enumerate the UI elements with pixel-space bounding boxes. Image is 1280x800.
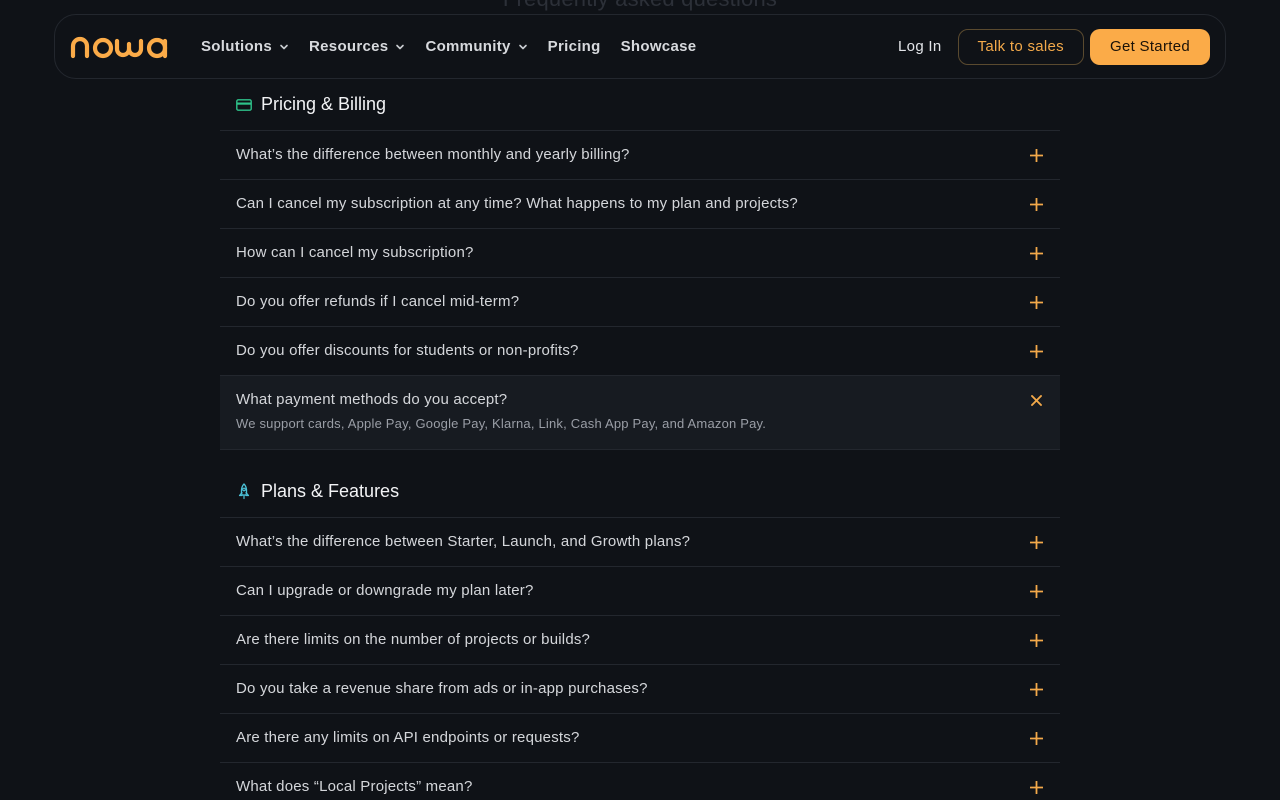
faq-item[interactable]: How can I cancel my subscription? xyxy=(220,229,1060,278)
faq-heading: Frequently asked questions xyxy=(0,0,1280,12)
section-title-label: Pricing & Billing xyxy=(261,94,387,114)
faq-item[interactable]: Can I upgrade or downgrade my plan later… xyxy=(220,567,1060,616)
chevron-down-icon xyxy=(395,42,405,52)
plus-icon[interactable] xyxy=(1028,632,1044,648)
plus-icon[interactable] xyxy=(1028,196,1044,212)
login-link[interactable]: Log In xyxy=(898,38,942,55)
faq-section-billing: Pricing & Billing What’s the difference b… xyxy=(220,79,1060,450)
plus-icon[interactable] xyxy=(1028,730,1044,746)
faq-item[interactable]: Can I cancel my subscription at any time… xyxy=(220,180,1060,229)
faq-item-content: What payment methods do you accept? We su… xyxy=(236,391,766,431)
nav-link-label: Pricing xyxy=(547,38,601,55)
nowa-logo[interactable] xyxy=(70,34,172,60)
faq-question: Are there any limits on API endpoints or… xyxy=(236,729,580,746)
credit-card-icon xyxy=(236,96,253,113)
nav-link-label: Solutions xyxy=(201,38,273,55)
faq-question: Do you offer refunds if I cancel mid-ter… xyxy=(236,293,520,310)
faq-item-content: Do you take a revenue share from ads or … xyxy=(236,680,648,698)
section-title-label: Plans & Features xyxy=(261,481,400,501)
faq-item-content: Do you offer refunds if I cancel mid-ter… xyxy=(236,293,519,311)
faq-question: Are there limits on the number of projec… xyxy=(236,631,591,648)
faq-question: What payment methods do you accept? xyxy=(236,391,508,408)
faq-question: What’s the difference between monthly an… xyxy=(236,146,630,163)
faq-question: Do you take a revenue share from ads or … xyxy=(236,680,648,697)
faq-answer: We support cards, Apple Pay, Google Pay,… xyxy=(236,416,767,431)
faq-item[interactable]: Do you offer refunds if I cancel mid-ter… xyxy=(220,278,1060,327)
faq-item[interactable]: What’s the difference between monthly an… xyxy=(220,131,1060,180)
get-started-button[interactable]: Get Started xyxy=(1089,28,1210,65)
nav-link-pricing[interactable]: Pricing xyxy=(548,38,601,55)
faq-item[interactable]: Are there limits on the number of projec… xyxy=(220,616,1060,665)
faq-item[interactable]: Are there any limits on API endpoints or… xyxy=(220,714,1060,763)
nav-link-showcase[interactable]: Showcase xyxy=(621,38,697,55)
faq-item-content: Do you offer discounts for students or n… xyxy=(236,342,579,360)
nav-link-label: Resources xyxy=(309,38,389,55)
nav-link-community[interactable]: Community xyxy=(425,38,527,55)
plus-icon[interactable] xyxy=(1028,245,1044,261)
faq-item[interactable]: What does “Local Projects” mean? xyxy=(220,763,1060,800)
faq-item[interactable]: What’s the difference between Starter, L… xyxy=(220,518,1060,567)
plus-icon[interactable] xyxy=(1028,534,1044,550)
faq-item-content: Can I cancel my subscription at any time… xyxy=(236,195,798,213)
nav-link-resources[interactable]: Resources xyxy=(309,38,405,55)
chevron-down-icon xyxy=(279,42,289,52)
faq-question: Do you offer discounts for students or n… xyxy=(236,342,579,359)
nav-link-label: Community xyxy=(425,38,511,55)
plus-icon[interactable] xyxy=(1028,294,1044,310)
faq-item-content: Can I upgrade or downgrade my plan later… xyxy=(236,582,534,600)
plus-icon[interactable] xyxy=(1028,681,1044,697)
section-title: Plans & Features xyxy=(220,466,1060,518)
section-title: Pricing & Billing xyxy=(220,79,1060,131)
faq-item-content: What’s the difference between Starter, L… xyxy=(236,533,690,551)
rocket-icon xyxy=(236,483,253,500)
faq-question: Can I cancel my subscription at any time… xyxy=(236,195,798,212)
faq-question: What’s the difference between Starter, L… xyxy=(236,533,691,550)
plus-icon[interactable] xyxy=(1028,779,1044,795)
plus-icon[interactable] xyxy=(1028,343,1044,359)
faq-item-content: Are there any limits on API endpoints or… xyxy=(236,729,580,747)
nav-link-label: Showcase xyxy=(620,38,697,55)
faq-item-content: What does “Local Projects” mean? xyxy=(236,778,473,796)
faq-item[interactable]: What payment methods do you accept? We su… xyxy=(220,376,1060,450)
page: Frequently asked questions Solutions Reso… xyxy=(0,0,1280,800)
faq-item-content: How can I cancel my subscription? xyxy=(236,244,474,262)
faq-section-plans: Plans & Features What’s the difference be… xyxy=(220,466,1060,800)
faq-question: Can I upgrade or downgrade my plan later… xyxy=(236,582,534,599)
top-nav: Solutions Resources Community Pricing Showca… xyxy=(54,14,1226,79)
plus-icon[interactable] xyxy=(1028,147,1044,163)
talk-to-sales-button[interactable]: Talk to sales xyxy=(957,28,1084,65)
nav-links: Solutions Resources Community Pricing Showca… xyxy=(201,38,716,55)
faq-item-content: What’s the difference between monthly an… xyxy=(236,146,630,164)
nav-link-solutions[interactable]: Solutions xyxy=(201,38,289,55)
faq-question: What does “Local Projects” mean? xyxy=(236,778,473,795)
faq-item[interactable]: Do you take a revenue share from ads or … xyxy=(220,665,1060,714)
nav-actions: Log In Talk to sales Get Started xyxy=(898,28,1210,65)
faq-item-content: Are there limits on the number of projec… xyxy=(236,631,590,649)
close-icon[interactable] xyxy=(1028,392,1044,408)
plus-icon[interactable] xyxy=(1028,583,1044,599)
chevron-down-icon xyxy=(518,42,528,52)
faq-item[interactable]: Do you offer discounts for students or n… xyxy=(220,327,1060,376)
faq-question: How can I cancel my subscription? xyxy=(236,244,474,261)
